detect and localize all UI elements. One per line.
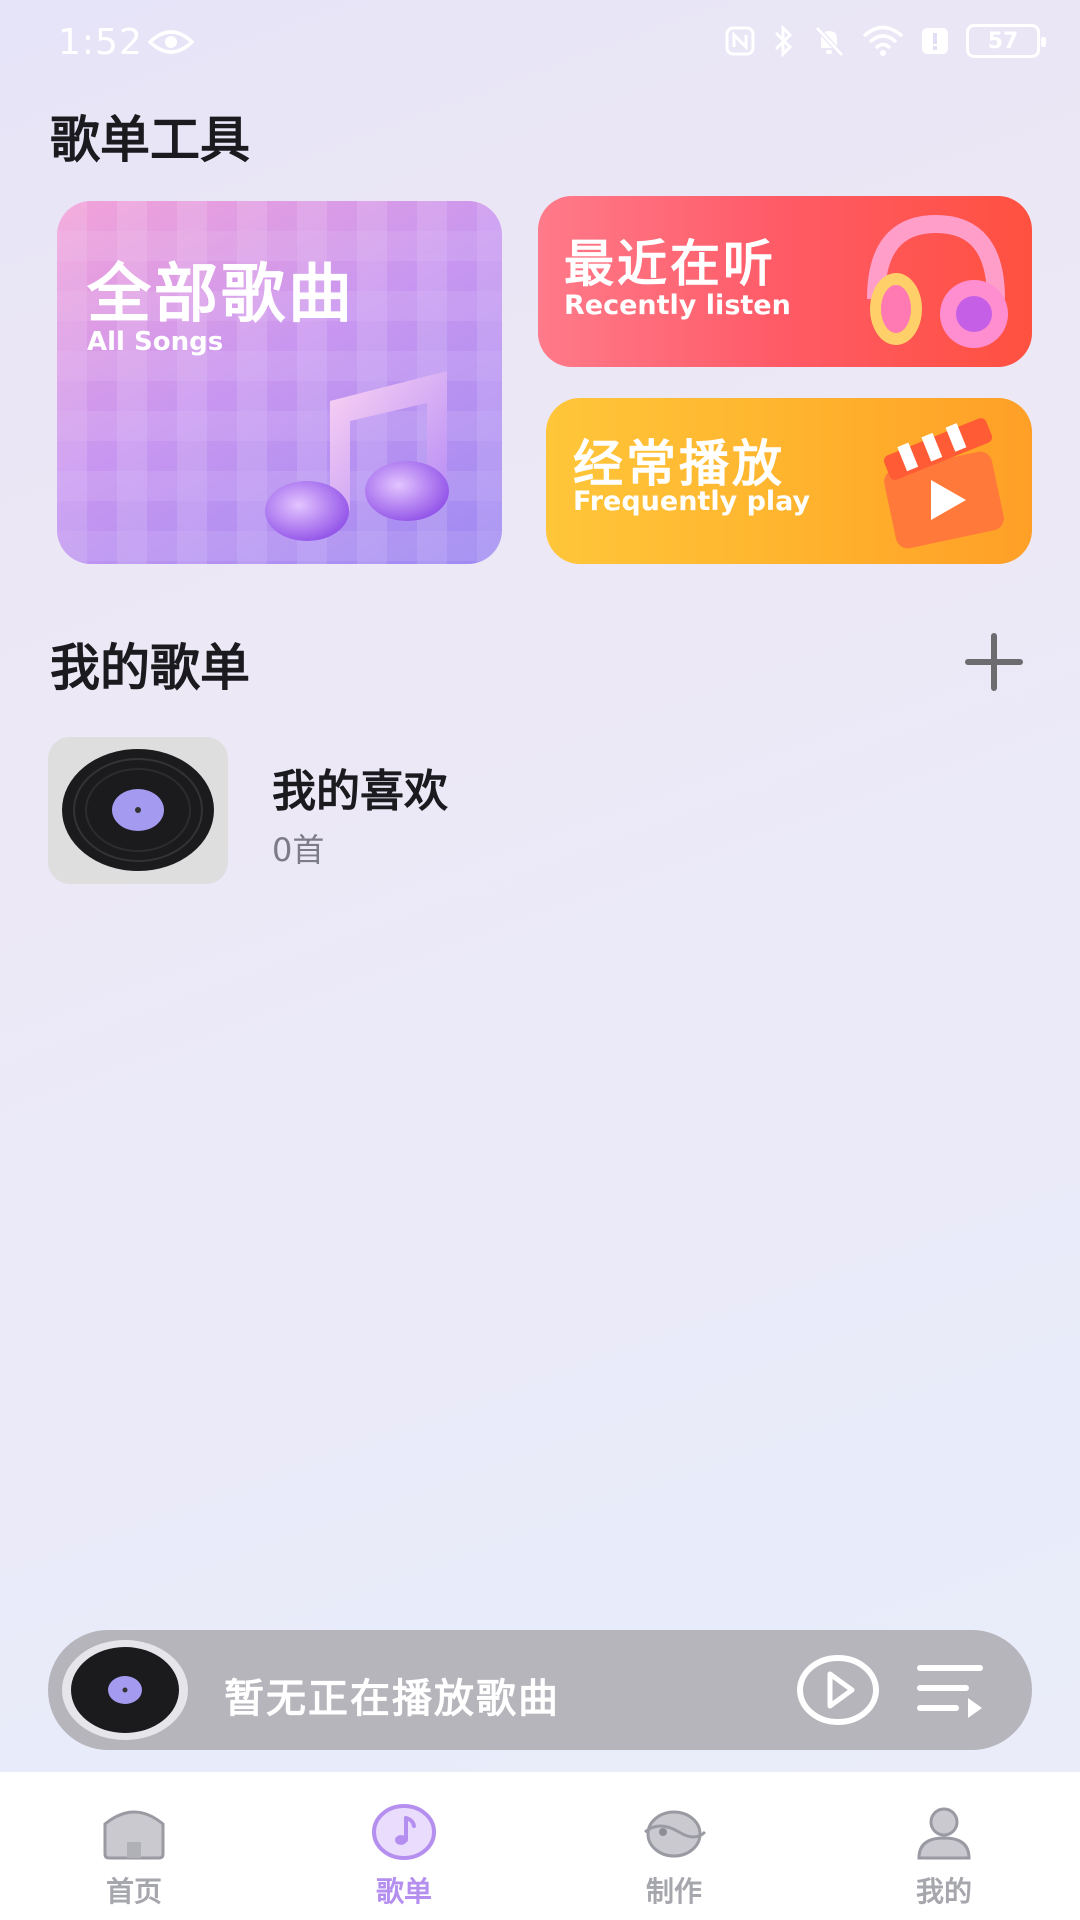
add-playlist-button[interactable] xyxy=(962,630,1026,694)
battery-icon: 57 xyxy=(966,24,1046,58)
playlist-name: 我的喜欢 xyxy=(272,766,448,817)
headphones-icon xyxy=(867,214,1008,348)
nav-playlist[interactable]: 歌单 xyxy=(324,1772,484,1920)
create-icon xyxy=(644,1810,707,1858)
bottom-nav: 首页 歌单 制作 我的 xyxy=(0,1772,1080,1920)
mute-bell-icon xyxy=(815,26,844,57)
nav-mine-label: 我的 xyxy=(915,1875,972,1908)
alert-icon xyxy=(922,28,948,54)
vinyl-record-icon xyxy=(62,1640,188,1740)
music-note-icon xyxy=(265,371,449,541)
frequent-subtitle: Frequently play xyxy=(573,486,811,517)
eye-icon xyxy=(148,30,194,54)
play-button[interactable] xyxy=(796,1654,880,1726)
music-note-icon xyxy=(372,1804,436,1860)
nav-home-label: 首页 xyxy=(105,1875,162,1908)
recent-title: 最近在听 xyxy=(564,235,776,293)
section-title-tools: 歌单工具 xyxy=(50,111,250,169)
vinyl-record-icon xyxy=(62,749,214,871)
nav-home[interactable]: 首页 xyxy=(54,1772,214,1920)
status-icons: 57 xyxy=(724,24,1046,58)
playlist-cover xyxy=(48,737,228,884)
bluetooth-icon xyxy=(774,24,793,58)
playlist-queue-button[interactable] xyxy=(916,1658,986,1722)
recent-subtitle: Recently listen xyxy=(564,290,791,321)
section-title-my-playlists: 我的歌单 xyxy=(50,639,250,697)
status-bar: 1:52 57 xyxy=(0,0,1080,90)
all-songs-subtitle: All Songs xyxy=(87,327,224,357)
recent-listen-card[interactable]: 最近在听 Recently listen xyxy=(538,196,1032,367)
wifi-icon xyxy=(862,25,904,56)
now-playing-text: 暂无正在播放歌曲 xyxy=(224,1676,560,1722)
status-time: 1:52 xyxy=(58,22,143,63)
mini-player[interactable]: 暂无正在播放歌曲 xyxy=(48,1630,1032,1750)
all-songs-card[interactable]: 全部歌曲 All Songs xyxy=(57,201,502,564)
nav-mine[interactable]: 我的 xyxy=(864,1772,1024,1920)
nav-playlist-label: 歌单 xyxy=(375,1875,432,1908)
playlist-song-count: 0首 xyxy=(272,831,325,869)
clapperboard-icon xyxy=(883,418,1004,549)
home-icon xyxy=(103,1810,165,1860)
nav-create-label: 制作 xyxy=(645,1875,702,1908)
playlist-item[interactable]: 我的喜欢 0首 xyxy=(48,737,1038,885)
nfc-icon xyxy=(725,26,755,56)
all-songs-title: 全部歌曲 xyxy=(87,258,355,332)
user-icon xyxy=(917,1807,971,1860)
battery-level: 57 xyxy=(987,28,1019,54)
frequently-play-card[interactable]: 经常播放 Frequently play xyxy=(546,398,1032,564)
nav-create[interactable]: 制作 xyxy=(594,1772,754,1920)
